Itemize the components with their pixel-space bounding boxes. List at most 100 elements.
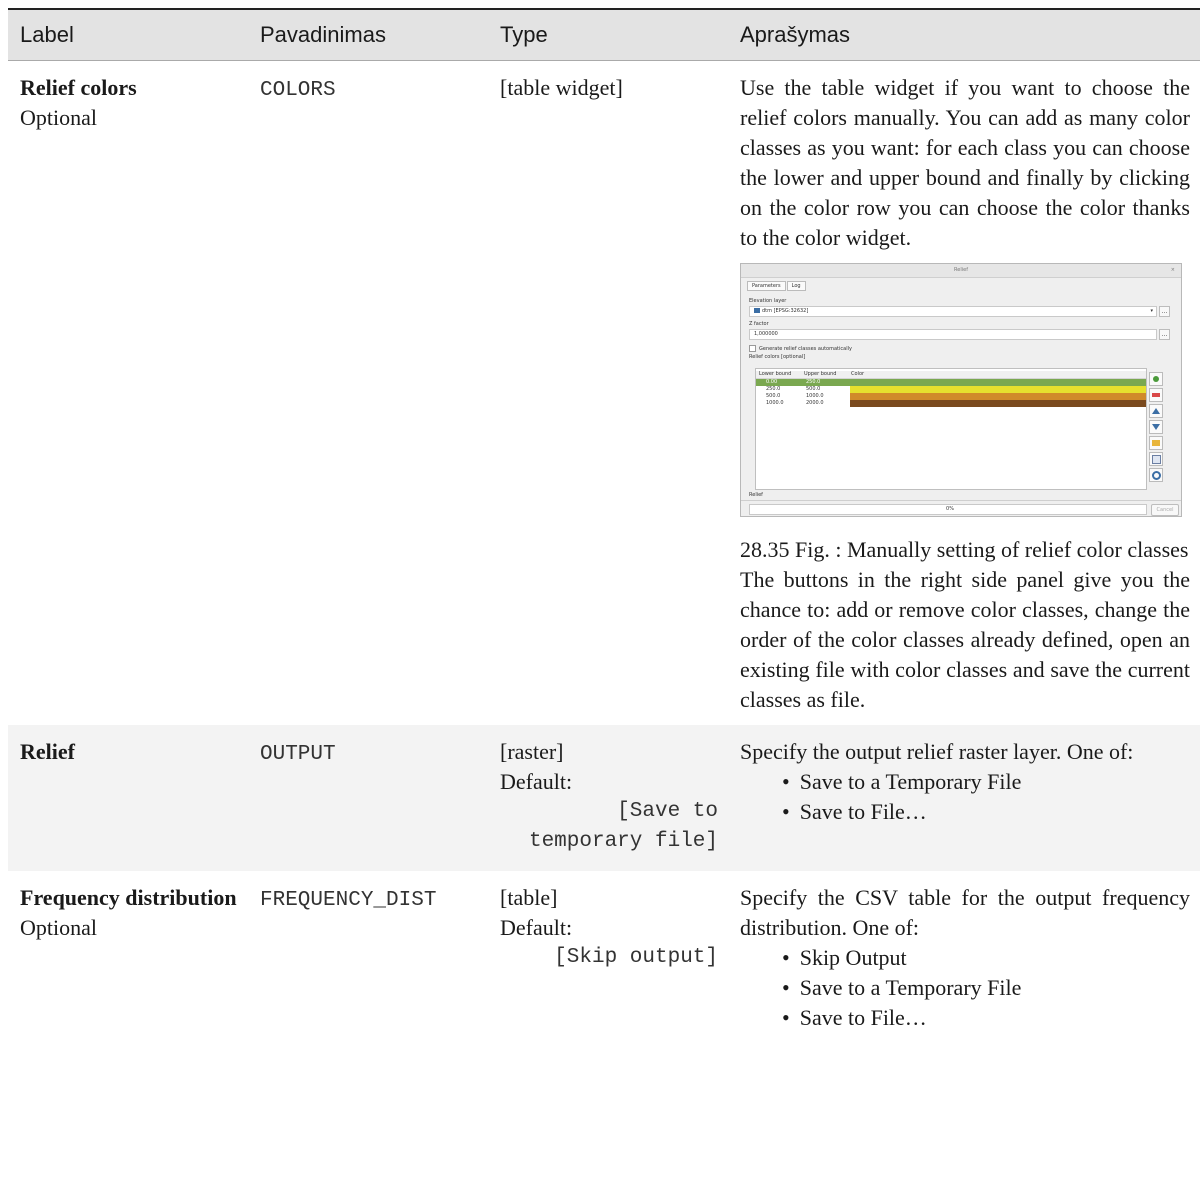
class-upper: 500.0 (806, 386, 821, 392)
class-color-swatch (850, 400, 1146, 407)
relief-colors-label: Relief colors [optional] (749, 354, 806, 360)
dialog-tabs: Parameters Log (747, 281, 806, 291)
browse-icon: … (1159, 306, 1170, 317)
param-label: Relief (20, 739, 75, 764)
default-line: Default: (500, 767, 718, 797)
table-row: Frequency distribution Optional FREQUENC… (8, 871, 1200, 1077)
param-type: [table] (500, 885, 558, 910)
window-title: Relief (954, 267, 968, 273)
class-upper: 1000.0 (806, 393, 824, 399)
remove-class-icon (1149, 388, 1163, 402)
param-name: COLORS (260, 79, 336, 102)
close-icon: × (1170, 267, 1175, 273)
save-icon (1149, 452, 1163, 466)
expression-icon: … (1159, 329, 1170, 340)
default-line: Default: (500, 913, 718, 943)
list-item: Save to File… (782, 1003, 1190, 1033)
description-cell: Use the table widget if you want to choo… (728, 60, 1200, 725)
output-options-list: Save to a Temporary File Save to File… (740, 767, 1190, 827)
figure-caption: 28.35 Fig. : Manually setting of relief … (740, 537, 1189, 562)
chevron-down-icon: ▾ (1150, 308, 1153, 314)
class-upper: 2000.0 (806, 400, 824, 406)
col-color: Color (851, 371, 865, 377)
header-label: Label (8, 8, 248, 61)
auto-classes-checkbox: Generate relief classes automatically (749, 345, 852, 352)
table-row: Relief OUTPUT [raster] Default: [Save to… (8, 725, 1200, 871)
zfactor-input: 1,000000 (749, 329, 1157, 340)
type-cell: [raster] Default: [Save to temporary fil… (488, 725, 728, 871)
zfactor-value: 1,000000 (754, 331, 778, 337)
description-cell: Specify the CSV table for the output fre… (728, 871, 1200, 1077)
optional-tag: Optional (20, 915, 97, 940)
description-cell: Specify the output relief raster layer. … (728, 725, 1200, 871)
param-description: Specify the CSV table for the output fre… (740, 885, 1190, 940)
name-cell: COLORS (248, 60, 488, 725)
class-row: 500.0 1000.0 (756, 393, 1146, 400)
progress-text: 0% (946, 506, 954, 512)
class-lower: 0.00 (766, 379, 778, 385)
list-item: Save to a Temporary File (782, 767, 1190, 797)
window-titlebar: Relief × (741, 264, 1181, 278)
param-description: Specify the output relief raster layer. … (740, 739, 1134, 764)
param-type: [raster] (500, 739, 564, 764)
class-lower: 250.0 (766, 386, 781, 392)
header-name: Pavadinimas (248, 8, 488, 61)
elevation-value: dtm [EPSG:32632] (762, 308, 809, 314)
add-class-icon (1149, 372, 1163, 386)
label-cell: Frequency distribution Optional (8, 871, 248, 1077)
checkbox-icon (749, 345, 756, 352)
progress-bar: 0% (749, 504, 1147, 515)
header-description: Aprašymas (728, 8, 1200, 61)
checkbox-label: Generate relief classes automatically (759, 346, 852, 352)
tab-log: Log (786, 281, 806, 291)
label-cell: Relief (8, 725, 248, 871)
class-lower: 500.0 (766, 393, 781, 399)
tab-parameters: Parameters (747, 281, 786, 291)
class-row: 250.0 500.0 (756, 386, 1146, 393)
label-cell: Relief colors Optional (8, 60, 248, 725)
class-color-swatch (850, 386, 1146, 393)
classes-header: Lower bound Upper bound Color (756, 371, 1146, 379)
class-upper: 250.0 (806, 379, 821, 385)
class-color-swatch (850, 393, 1146, 400)
raster-layer-icon (754, 308, 760, 313)
default-label: Default: (500, 769, 573, 794)
classes-table: Lower bound Upper bound Color 0.00 250.0… (755, 368, 1147, 490)
table-header-row: Label Pavadinimas Type Aprašymas (8, 8, 1200, 61)
default-label: Default: (500, 915, 573, 940)
optional-tag: Optional (20, 105, 97, 130)
col-lower: Lower bound (759, 371, 792, 377)
param-description-2: The buttons in the right side panel give… (740, 567, 1190, 712)
move-down-icon (1149, 420, 1163, 434)
name-cell: OUTPUT (248, 725, 488, 871)
param-label: Relief colors (20, 75, 137, 100)
col-upper: Upper bound (804, 371, 837, 377)
parameters-table: Label Pavadinimas Type Aprašymas Relief … (8, 8, 1200, 1077)
param-name: OUTPUT (260, 743, 336, 766)
param-name: FREQUENCY_DIST (260, 889, 437, 912)
table-row: Relief colors Optional COLORS [table wid… (8, 60, 1200, 725)
param-label: Frequency distribution (20, 885, 237, 910)
name-cell: FREQUENCY_DIST (248, 871, 488, 1077)
default-value: [Skip output] (554, 946, 718, 969)
output-options-list: Skip Output Save to a Temporary File Sav… (740, 943, 1190, 1033)
class-row: 0.00 250.0 (756, 379, 1146, 386)
elevation-select: dtm [EPSG:32632] ▾ (749, 306, 1157, 317)
elevation-label: Elevation layer (749, 298, 787, 304)
open-file-icon (1149, 436, 1163, 450)
class-row: 1000.0 2000.0 (756, 400, 1146, 407)
zfactor-label: Z factor (749, 321, 769, 327)
class-lower: 1000.0 (766, 400, 784, 406)
header-type: Type (488, 8, 728, 61)
relief-output-label: Relief (749, 492, 763, 498)
default-value: [Save to temporary file] (528, 800, 718, 853)
type-cell: [table] Default: [Skip output] (488, 871, 728, 1077)
refresh-icon (1149, 468, 1163, 482)
list-item: Save to a Temporary File (782, 973, 1190, 1003)
list-item: Save to File… (782, 797, 1190, 827)
type-cell: [table widget] (488, 60, 728, 725)
relief-dialog-screenshot: Relief × Parameters Log Elevation layer … (740, 263, 1182, 517)
move-up-icon (1149, 404, 1163, 418)
param-description: Use the table widget if you want to choo… (740, 75, 1190, 250)
cancel-button: Cancel (1151, 504, 1179, 516)
